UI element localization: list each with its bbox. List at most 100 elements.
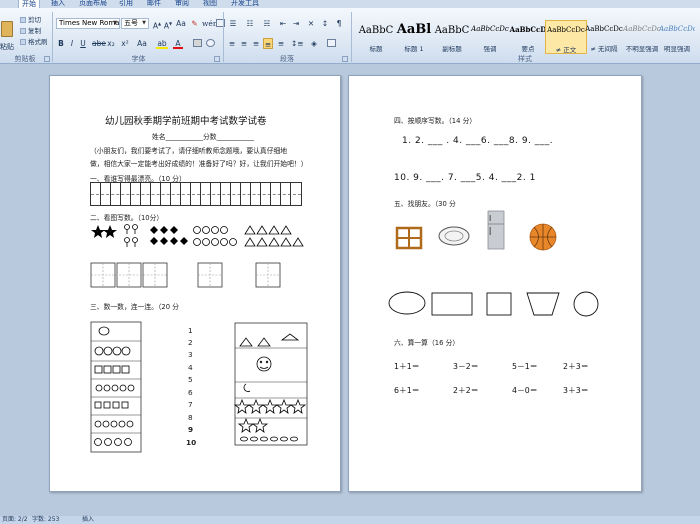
- style-normal[interactable]: AaBbCcDc ≠ 正文: [545, 20, 587, 54]
- strikethrough-icon[interactable]: abe: [92, 38, 106, 49]
- font-family-select[interactable]: Times New Roman ▼: [56, 18, 120, 29]
- format-painter-button[interactable]: 格式刷: [20, 36, 48, 46]
- number-label[interactable]: 3: [188, 350, 193, 359]
- match-shapes: [388, 291, 599, 317]
- chevron-down-icon: ▼: [113, 20, 117, 26]
- number-label[interactable]: 6: [188, 388, 193, 397]
- number-label[interactable]: 2: [188, 338, 193, 347]
- tab-page-layout[interactable]: 页面布局: [76, 0, 110, 8]
- style-emphasis[interactable]: AaBbCcDc 强调: [469, 20, 511, 54]
- underline-icon[interactable]: U: [79, 38, 87, 49]
- style-title[interactable]: AaBbC 标题: [355, 20, 397, 54]
- math-problem: 2＋3＝: [563, 362, 589, 371]
- question-3-heading: 三、数一数，连一连。（20 分: [90, 303, 179, 311]
- number-label[interactable]: 9: [188, 425, 193, 434]
- style-strong[interactable]: AaBbCcD 要点: [507, 20, 549, 54]
- show-marks-icon[interactable]: ¶: [334, 18, 344, 29]
- insert-mode[interactable]: 插入: [82, 516, 94, 524]
- clipboard-dialog-launcher[interactable]: [44, 56, 50, 62]
- ribbon: 粘贴 剪切 复制 格式刷 剪贴板 Times New Roman ▼ 五号 ▼ A▲…: [0, 8, 700, 64]
- font-size-select[interactable]: 五号 ▼: [121, 18, 149, 29]
- style-heading-1[interactable]: AaBl 标题 1: [393, 20, 435, 54]
- math-problem: 3－2＝: [453, 362, 479, 371]
- styles-gallery: AaBbC 标题 AaBl 标题 1 AaBbC 副标题 AaBbCcDc 强调 AaB…: [355, 20, 695, 54]
- number-label[interactable]: 8: [188, 413, 193, 422]
- font-color-icon[interactable]: A: [173, 38, 183, 49]
- change-case-icon[interactable]: Aa: [176, 18, 186, 29]
- bullets-icon[interactable]: ☰: [227, 18, 239, 29]
- grow-font-icon[interactable]: A▲: [152, 18, 162, 31]
- increase-indent-icon[interactable]: ⇥: [291, 18, 301, 29]
- number-label[interactable]: 7: [188, 400, 193, 409]
- group-separator: [223, 12, 224, 62]
- paste-icon[interactable]: [1, 21, 13, 37]
- char-shading-icon[interactable]: [193, 39, 202, 47]
- copy-button[interactable]: 复制: [20, 25, 41, 35]
- style-no-spacing[interactable]: AaBbCcDc ≠ 无间隔: [583, 20, 625, 54]
- paragraph-dialog-launcher[interactable]: [342, 56, 348, 62]
- name-score-line: 姓名___________分数___________: [152, 133, 254, 141]
- number-label[interactable]: 5: [188, 375, 193, 384]
- math-problem: 6＋1＝: [394, 386, 420, 395]
- math-problem: 5－1＝: [512, 362, 538, 371]
- tab-references[interactable]: 引用: [116, 0, 136, 8]
- font-dialog-launcher[interactable]: [214, 56, 220, 62]
- intro-text-line-1: （小朋友们，我们要考试了，请仔细听教师念题哦，要认真仔细地: [90, 147, 288, 155]
- text-effects-icon[interactable]: Aa: [136, 38, 148, 49]
- shrink-font-icon[interactable]: A▼: [163, 18, 173, 31]
- question-6-heading: 六、算一算（16 分）: [394, 339, 460, 347]
- number-label[interactable]: 1: [188, 326, 193, 335]
- italic-icon[interactable]: I: [68, 38, 76, 49]
- align-left-icon[interactable]: ≡: [227, 38, 237, 49]
- style-intense-emphasis[interactable]: AaBbCcDc 明显强调: [659, 20, 695, 54]
- decrease-indent-icon[interactable]: ⇤: [278, 18, 288, 29]
- tab-view[interactable]: 视图: [200, 0, 220, 8]
- ribbon-tab-bar: 开始 插入 页面布局 引用 邮件 审阅 视图 开发工具: [0, 0, 700, 8]
- cut-button[interactable]: 剪切: [20, 14, 41, 24]
- number-label[interactable]: 4: [188, 363, 193, 372]
- highlight-icon[interactable]: ab: [156, 38, 168, 49]
- document-page-1[interactable]: 幼儿园秋季期学前班期中考试数学试卷 姓名___________分数_______…: [49, 75, 341, 492]
- group-separator: [351, 12, 352, 62]
- math-problem: 1＋1＝: [394, 362, 420, 371]
- numbering-icon[interactable]: ☷: [244, 18, 256, 29]
- question-4-heading: 四、按顺序写数。（14 分）: [394, 117, 477, 125]
- shading-icon[interactable]: ◈: [308, 38, 320, 49]
- subscript-icon[interactable]: x₂: [106, 38, 116, 49]
- justify-icon[interactable]: ≡: [263, 38, 273, 49]
- tab-review[interactable]: 审阅: [172, 0, 192, 8]
- distributed-icon[interactable]: ≡: [276, 38, 286, 49]
- align-right-icon[interactable]: ≡: [251, 38, 261, 49]
- sort-icon[interactable]: ↕: [320, 18, 330, 29]
- scissors-icon: [20, 17, 26, 23]
- chinese-layout-icon[interactable]: ✕: [305, 18, 317, 29]
- word-count[interactable]: 字数: 253: [32, 516, 59, 524]
- math-problem: 4－0＝: [512, 386, 538, 395]
- sequence-line-2: 10. 9. ___. 7. ___5. 4. ___2. 1: [394, 173, 536, 183]
- tab-mailings[interactable]: 邮件: [144, 0, 164, 8]
- writing-grid: [90, 182, 302, 206]
- clear-format-icon[interactable]: ✎: [190, 18, 199, 29]
- tab-developer[interactable]: 开发工具: [228, 0, 262, 8]
- counting-picture-left: [90, 321, 142, 453]
- phonetic-guide-icon[interactable]: wén: [202, 18, 218, 29]
- brush-icon: [20, 39, 26, 45]
- borders-icon[interactable]: [327, 39, 336, 47]
- tab-home[interactable]: 开始: [18, 0, 40, 8]
- paste-button[interactable]: 粘贴: [0, 42, 14, 52]
- style-subtitle[interactable]: AaBbC 副标题: [431, 20, 473, 54]
- page-count[interactable]: 页面: 2/2: [2, 516, 28, 524]
- style-subtle-emphasis[interactable]: AaBbCcDc 不明显强调: [621, 20, 663, 54]
- tab-insert[interactable]: 插入: [48, 0, 68, 8]
- enclose-char-icon[interactable]: [206, 39, 215, 47]
- answer-boxes: [90, 262, 281, 288]
- multilevel-list-icon[interactable]: ☵: [261, 18, 273, 29]
- bold-icon[interactable]: B: [57, 38, 65, 49]
- group-separator: [52, 12, 53, 62]
- superscript-icon[interactable]: x²: [120, 38, 130, 49]
- line-spacing-icon[interactable]: ↕≡: [291, 38, 304, 49]
- number-label[interactable]: 10: [186, 438, 196, 447]
- document-page-2[interactable]: 四、按顺序写数。（14 分） 1. 2. ___ . 4. ___6. ___8…: [348, 75, 642, 492]
- align-center-icon[interactable]: ≡: [239, 38, 249, 49]
- clipboard-group-label: 剪贴板: [14, 55, 36, 63]
